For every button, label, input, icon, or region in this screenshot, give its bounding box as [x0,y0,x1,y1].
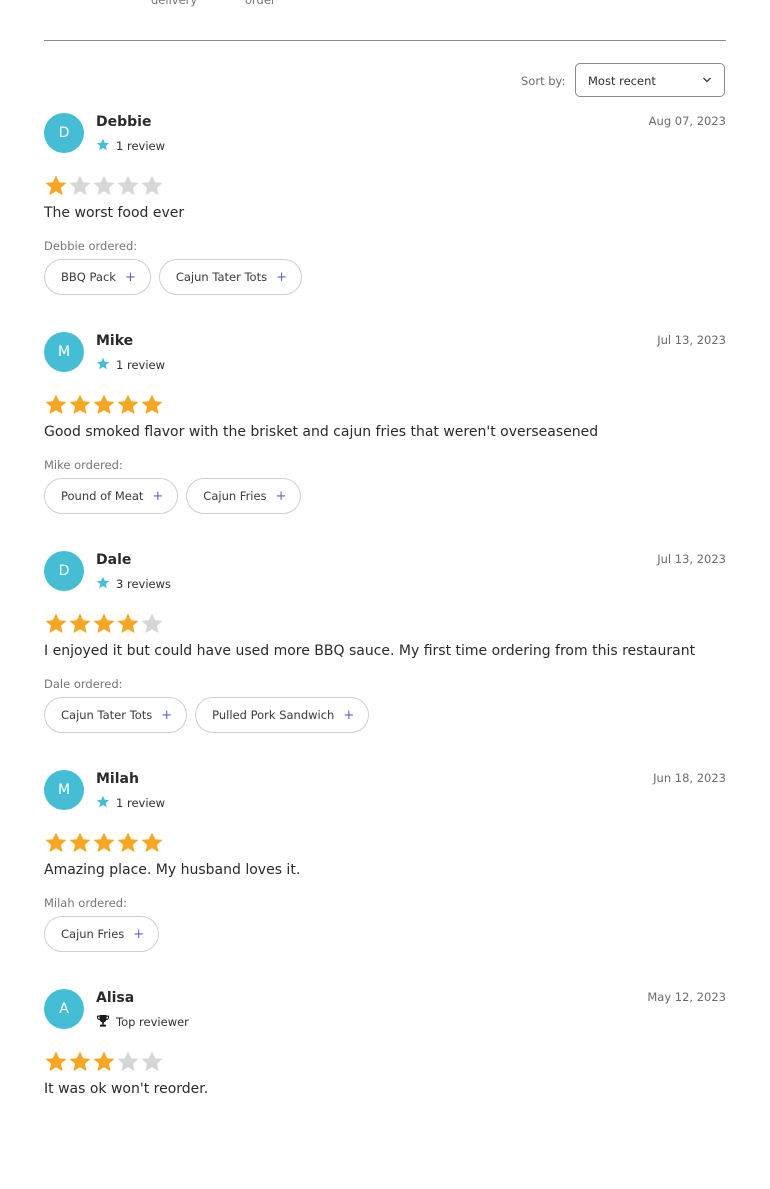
plus-icon: + [343,707,355,723]
star-icon [96,357,110,370]
reviewer-meta-text: 1 review [116,358,166,372]
review-date: Aug 07, 2023 [648,114,726,128]
reviewer-name: Alisa [96,990,135,1006]
star-filled-icon [93,1051,115,1072]
plus-icon: + [275,488,287,504]
review-item: D Debbie 1 review Aug 07, 2023 The worst foo… [44,113,726,313]
ordered-items: Pound of Meat + Cajun Fries + [44,478,302,514]
ordered-items: BBQ Pack + Cajun Tater Tots + [44,259,302,295]
reviewer-meta-text: 1 review [116,796,166,810]
reviewer-name: Milah [96,771,139,787]
avatar: D [44,551,84,591]
star-filled-icon [45,613,67,634]
star-filled-icon [117,613,139,634]
star-filled-icon [45,394,67,415]
star-filled-icon [45,175,67,196]
review-text: I enjoyed it but could have used more BB… [44,643,696,659]
ordered-item-label: Cajun Fries [203,489,267,503]
reviewer-meta-text: Top reviewer [116,1015,189,1029]
sort-select[interactable]: Most recent [575,63,725,97]
avatar: M [44,332,84,372]
star-filled-icon [93,394,115,415]
star-empty-icon [93,175,115,196]
review-item: A Alisa Top reviewer May 12, 2023 It was ok … [44,989,726,1189]
avatar: A [44,989,84,1029]
ordered-item-chip[interactable]: Cajun Tater Tots + [44,697,188,733]
star-filled-icon [69,1051,91,1072]
review-text: The worst food ever [44,205,185,221]
star-empty-icon [117,1051,139,1072]
reviewer-name: Debbie [96,114,152,130]
chevron-down-icon [703,77,711,83]
star-empty-icon [141,1051,163,1072]
reviewer-meta-text: 3 reviews [116,577,171,591]
star-filled-icon [117,832,139,853]
sort-label: Sort by: [521,74,566,88]
avatar: D [44,113,84,153]
star-icon [96,138,110,151]
star-filled-icon [69,394,91,415]
star-icon [96,576,110,589]
ordered-item-label: Cajun Tater Tots [175,270,268,284]
ordered-item-chip[interactable]: BBQ Pack + [44,259,151,295]
ordered-item-chip[interactable]: Pound of Meat + [44,478,179,514]
ordered-item-label: Cajun Tater Tots [61,708,153,722]
ordered-items: Cajun Tater Tots + Pulled Pork Sandwich + [44,697,370,733]
plus-icon: + [124,269,136,285]
avatar: M [44,770,84,810]
star-icon [96,795,110,808]
star-filled-icon [45,1051,67,1072]
star-empty-icon [141,175,163,196]
top-tabs: delivery order [0,0,770,13]
review-text: It was ok won't reorder. [44,1081,209,1097]
review-item: M Milah 1 review Jun 18, 2023 Amazing place.… [44,770,726,970]
tab-order[interactable]: order [245,0,276,7]
star-filled-icon [69,613,91,634]
reviewer-name: Dale [96,552,132,568]
review-item: D Dale 3 reviews Jul 13, 2023 I enjoyed it b… [44,551,726,751]
ordered-item-label: Pulled Pork Sandwich [212,708,335,722]
review-date: May 12, 2023 [647,990,726,1004]
ordered-label: Dale ordered: [44,677,123,691]
review-text: Good smoked flavor with the brisket and … [44,424,599,440]
tab-delivery[interactable]: delivery [151,0,197,7]
review-date: Jul 13, 2023 [657,333,726,347]
ordered-label: Mike ordered: [44,458,123,472]
plus-icon: + [276,269,287,285]
review-date: Jun 18, 2023 [653,771,726,785]
reviewer-meta-text: 1 review [116,139,166,153]
ordered-label: Debbie ordered: [44,239,138,253]
plus-icon: + [161,707,173,723]
review-item: M Mike 1 review Jul 13, 2023 Good smoked fla… [44,332,726,532]
review-text: Amazing place. My husband loves it. [44,862,301,878]
star-filled-icon [93,613,115,634]
ordered-item-label: Cajun Fries [61,927,125,941]
ordered-item-chip[interactable]: Cajun Tater Tots + [158,259,302,295]
review-date: Jul 13, 2023 [657,552,726,566]
star-filled-icon [117,394,139,415]
ordered-item-chip[interactable]: Cajun Fries + [44,916,160,952]
star-filled-icon [141,394,163,415]
ordered-items: Cajun Fries + [44,916,160,952]
star-empty-icon [141,613,163,634]
star-filled-icon [45,832,67,853]
star-empty-icon [69,175,91,196]
star-filled-icon [141,832,163,853]
star-filled-icon [69,832,91,853]
ordered-item-chip[interactable]: Pulled Pork Sandwich + [195,697,370,733]
plus-icon: + [133,926,145,942]
reviewer-name: Mike [96,333,134,349]
ordered-label: Milah ordered: [44,896,127,910]
plus-icon: + [152,488,164,504]
ordered-item-chip[interactable]: Cajun Fries + [186,478,302,514]
sort-value: Most recent [588,74,656,88]
ordered-item-label: BBQ Pack [61,270,116,284]
section-divider [44,40,726,41]
star-empty-icon [117,175,139,196]
star-filled-icon [93,832,115,853]
trophy-icon [96,1015,110,1027]
ordered-item-label: Pound of Meat [61,489,144,503]
